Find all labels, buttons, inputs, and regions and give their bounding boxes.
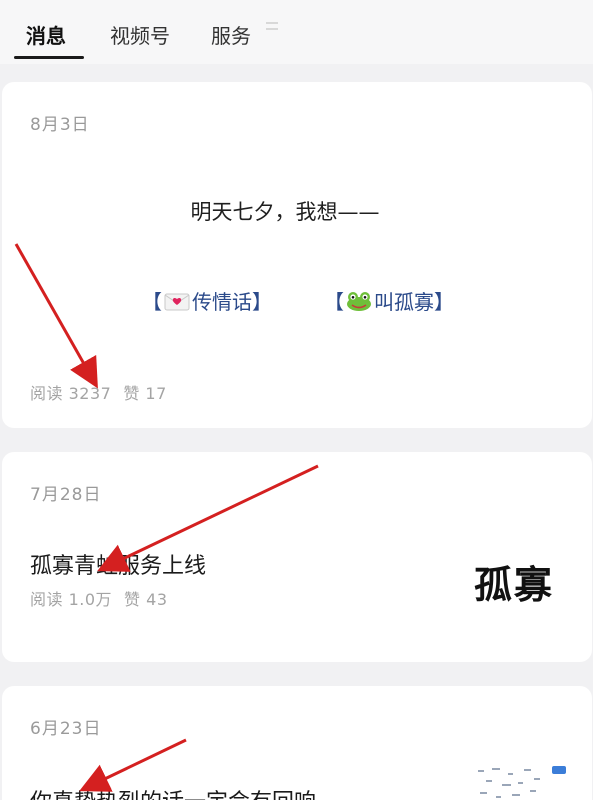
link-label: 传情话 bbox=[192, 290, 252, 314]
message-card-1[interactable]: 8月3日 明天七夕，我想—— 【传情话】 【叫孤寡】 阅读 3237 赞 17 bbox=[2, 82, 592, 428]
card-date: 7月28日 bbox=[30, 485, 102, 505]
message-card-2[interactable]: 7月28日 孤寡青蛙服务上线 阅读 1.0万赞 43 孤寡 bbox=[2, 452, 592, 662]
tab-messages[interactable]: 消息 bbox=[26, 20, 66, 49]
card-date: 6月23日 bbox=[30, 719, 102, 739]
message-card-3[interactable]: 6月23日 你真挚热烈的话一定会有回响 bbox=[2, 686, 592, 800]
tab-services[interactable]: 服务 bbox=[211, 20, 251, 49]
active-tab-indicator bbox=[14, 56, 84, 59]
top-tab-bar: 消息 视频号 服务 bbox=[0, 0, 593, 64]
tab-channels[interactable]: 视频号 bbox=[110, 20, 170, 49]
card-title: 明天七夕，我想—— bbox=[190, 200, 380, 224]
like-count: 赞 17 bbox=[123, 384, 167, 403]
link-label: 叫孤寡 bbox=[374, 290, 434, 314]
card-stats: 阅读 1.0万赞 43 bbox=[30, 586, 168, 610]
card-thumbnail-image bbox=[472, 764, 582, 800]
like-count: 赞 43 bbox=[124, 590, 168, 609]
link-send-love-words[interactable]: 【传情话】 bbox=[142, 286, 272, 317]
read-count: 阅读 3237 bbox=[30, 384, 112, 403]
link-call-lonely[interactable]: 【叫孤寡】 bbox=[324, 286, 454, 317]
card-title: 你真挚热烈的话一定会有回响 bbox=[30, 784, 316, 800]
card-thumbnail: 孤寡 bbox=[474, 563, 555, 607]
card-stats: 阅读 3237 赞 17 bbox=[30, 380, 167, 404]
love-letter-icon bbox=[164, 292, 190, 317]
card-title: 孤寡青蛙服务上线 bbox=[30, 554, 207, 579]
frog-icon bbox=[346, 290, 372, 317]
read-count: 阅读 1.0万 bbox=[30, 590, 113, 609]
more-icon[interactable] bbox=[266, 22, 280, 36]
card-date: 8月3日 bbox=[30, 115, 90, 135]
